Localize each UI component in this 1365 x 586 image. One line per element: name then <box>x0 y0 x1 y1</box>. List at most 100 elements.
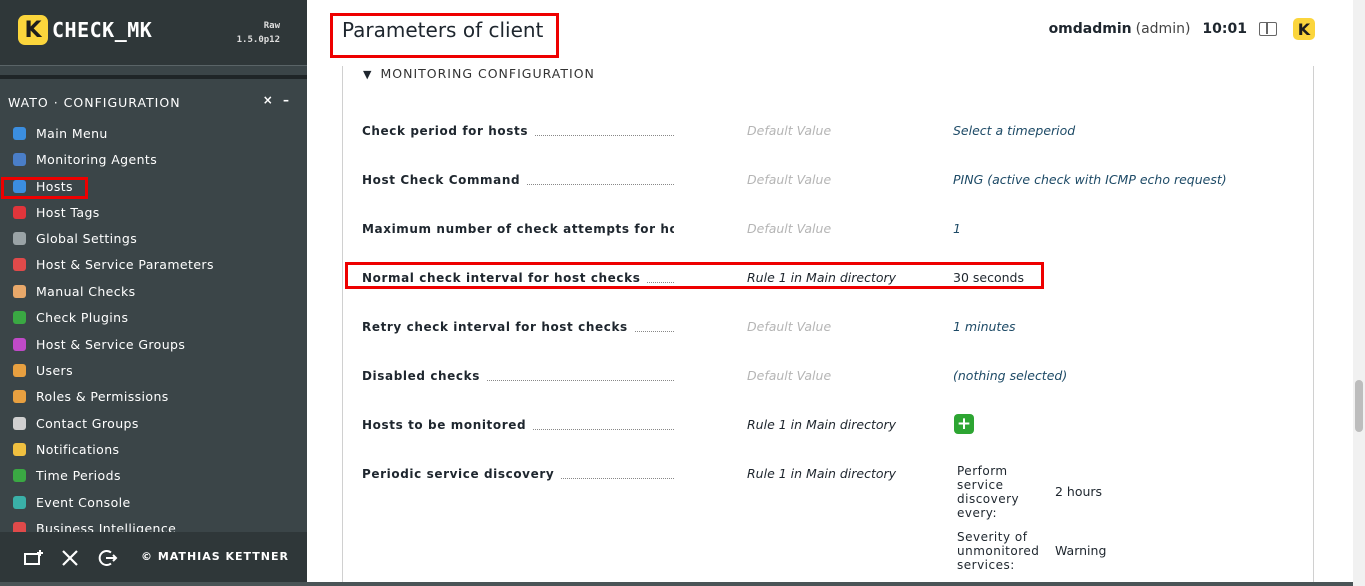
sidebar-item-label: Global Settings <box>36 230 138 246</box>
edition-version: 1.5.0p12 <box>236 35 280 45</box>
parameter-row: Maximum number of check attempts for hos… <box>362 216 1302 240</box>
parameter-source[interactable]: Rule 1 in Main directory <box>747 417 896 432</box>
sidebar-item-host-service-groups[interactable]: Host & Service Groups <box>0 332 307 356</box>
sidebar-item-label: Roles & Permissions <box>36 388 169 404</box>
discovery-interval-label-line: Perform <box>957 464 1008 478</box>
sidebar-item-host-service-parameters[interactable]: Host & Service Parameters <box>0 252 307 276</box>
tools-icon[interactable] <box>58 546 82 570</box>
discovery-interval-label-line: service <box>957 478 1004 492</box>
sidebar-item-label: Notifications <box>36 441 120 457</box>
parameter-label: Host Check Command <box>362 173 674 187</box>
parameter-row: Retry check interval for host checks Defa… <box>362 314 1302 338</box>
edition-name: Raw <box>263 21 280 31</box>
logo-text: CHECK_MK <box>52 18 153 42</box>
collapse-toggle-icon[interactable]: ▼ <box>363 68 372 81</box>
hosts-highlight <box>1 177 88 199</box>
close-icon[interactable]: × <box>263 93 273 107</box>
sidebar-item-manual-checks[interactable]: Manual Checks <box>0 279 307 303</box>
logout-icon[interactable] <box>96 546 120 570</box>
parameter-source[interactable]: Default Value <box>747 172 831 187</box>
snapin-title[interactable]: WATO · CONFIGURATION <box>8 95 181 110</box>
discovery-interval-label-line: discovery <box>957 492 1020 506</box>
severity-label: Severity of unmonitored services: <box>957 530 1039 572</box>
sidebar-item-time-periods[interactable]: Time Periods <box>0 463 307 487</box>
clock-icon <box>11 467 27 483</box>
parameter-value: PING (active check with ICMP echo reques… <box>953 172 1227 187</box>
parameter-row: Hosts to be monitored Rule 1 in Main dire… <box>362 412 1302 436</box>
user-info: omdadmin (admin) 10:01 K <box>1049 18 1315 40</box>
users-icon <box>11 362 27 378</box>
user-name[interactable]: omdadmin <box>1049 21 1132 37</box>
sidebar-header: K CHECK_MK Raw 1.5.0p12 <box>0 0 307 66</box>
sidebar-item-main-menu[interactable]: Main Menu <box>0 121 307 145</box>
bell-icon <box>11 441 27 457</box>
minimize-icon[interactable]: – <box>283 93 289 107</box>
user-role: (admin) <box>1135 21 1191 37</box>
sidebar-item-check-plugins[interactable]: Check Plugins <box>0 305 307 329</box>
discovery-interval-value: 2 hours <box>1055 484 1103 499</box>
tags-icon <box>11 204 27 220</box>
sidebar-item-host-tags[interactable]: Host Tags <box>0 200 307 224</box>
sidebar-item-monitoring-agents[interactable]: Monitoring Agents <box>0 147 307 171</box>
add-snapin-icon[interactable] <box>22 546 46 570</box>
parameter-source[interactable]: Default Value <box>747 319 831 334</box>
sidebar-item-label: Main Menu <box>36 125 108 141</box>
roles-icon <box>11 388 27 404</box>
parameter-label: Periodic service discovery <box>362 467 674 481</box>
parameter-label: Disabled checks <box>362 369 674 383</box>
sidebar-item-roles-permissions[interactable]: Roles & Permissions <box>0 384 307 408</box>
hand-icon <box>11 283 27 299</box>
parameter-label: Hosts to be monitored <box>362 418 674 432</box>
sidebar-item-users[interactable]: Users <box>0 358 307 382</box>
severity-label-line: unmonitored <box>957 544 1040 558</box>
plus-icon[interactable]: + <box>954 414 974 434</box>
parameter-source[interactable]: Default Value <box>747 221 831 236</box>
parameter-source[interactable]: Default Value <box>747 123 831 138</box>
parameter-label: Check period for hosts <box>362 124 674 138</box>
parameter-label: Maximum number of check attempts for hos… <box>362 222 674 236</box>
interval-highlight <box>345 262 1044 289</box>
discovery-interval-label: Perform service discovery every: <box>957 464 1019 520</box>
discovery-interval-label-line: every: <box>957 506 998 520</box>
severity-label-line: services: <box>957 558 1015 572</box>
sidebar-item-global-settings[interactable]: Global Settings <box>0 226 307 250</box>
logo-badge-icon: K <box>18 15 48 45</box>
sidebar-item-label: Monitoring Agents <box>36 151 158 167</box>
sidebar-footer: © MATHIAS KETTNER <box>0 532 307 586</box>
section-header[interactable]: ▼ MONITORING CONFIGURATION <box>363 66 595 81</box>
sidebar-item-label: Host Tags <box>36 204 100 220</box>
sidebar-item-business-intelligence[interactable]: Business Intelligence <box>0 516 307 532</box>
main-menu-icon <box>11 125 27 141</box>
clock: 10:01 <box>1202 21 1247 37</box>
rules-icon <box>11 256 27 272</box>
bottom-border <box>0 582 1353 586</box>
book-icon[interactable] <box>1259 22 1277 36</box>
checkmk-k-icon[interactable]: K <box>1293 18 1315 40</box>
checkmk-logo[interactable]: K CHECK_MK <box>18 15 152 45</box>
parameter-source[interactable]: Default Value <box>747 368 831 383</box>
parameter-source[interactable]: Rule 1 in Main directory <box>747 466 896 481</box>
snapin-controls: × – <box>263 93 289 107</box>
scrollbar[interactable] <box>1353 0 1365 586</box>
scrollbar-thumb[interactable] <box>1355 380 1363 432</box>
parameter-value: 1 <box>953 221 961 236</box>
sidebar-item-event-console[interactable]: Event Console <box>0 490 307 514</box>
puzzle-icon <box>11 309 27 325</box>
parameter-value: (nothing selected) <box>953 368 1068 383</box>
parameters-panel: ▼ MONITORING CONFIGURATION Check period f… <box>342 66 1314 586</box>
sidebar-item-label: Business Intelligence <box>36 520 177 533</box>
sidebar-item-label: Contact Groups <box>36 415 139 431</box>
sidebar-item-label: Users <box>36 362 74 378</box>
parameter-value: Select a timeperiod <box>953 123 1076 138</box>
sidebar-item-notifications[interactable]: Notifications <box>0 437 307 461</box>
parameter-row: Check period for hosts Default Value Selec… <box>362 118 1302 142</box>
sidebar-item-contact-groups[interactable]: Contact Groups <box>0 411 307 435</box>
edition-info: Raw 1.5.0p12 <box>237 19 280 47</box>
parameter-value: 1 minutes <box>953 319 1016 334</box>
event-console-icon <box>11 494 27 510</box>
sidebar-item-label: Host & Service Parameters <box>36 256 214 272</box>
severity-label-line: Severity of <box>957 530 1028 544</box>
copyright[interactable]: © MATHIAS KETTNER <box>141 550 289 563</box>
sidebar-item-label: Check Plugins <box>36 309 129 325</box>
groups-icon <box>11 336 27 352</box>
